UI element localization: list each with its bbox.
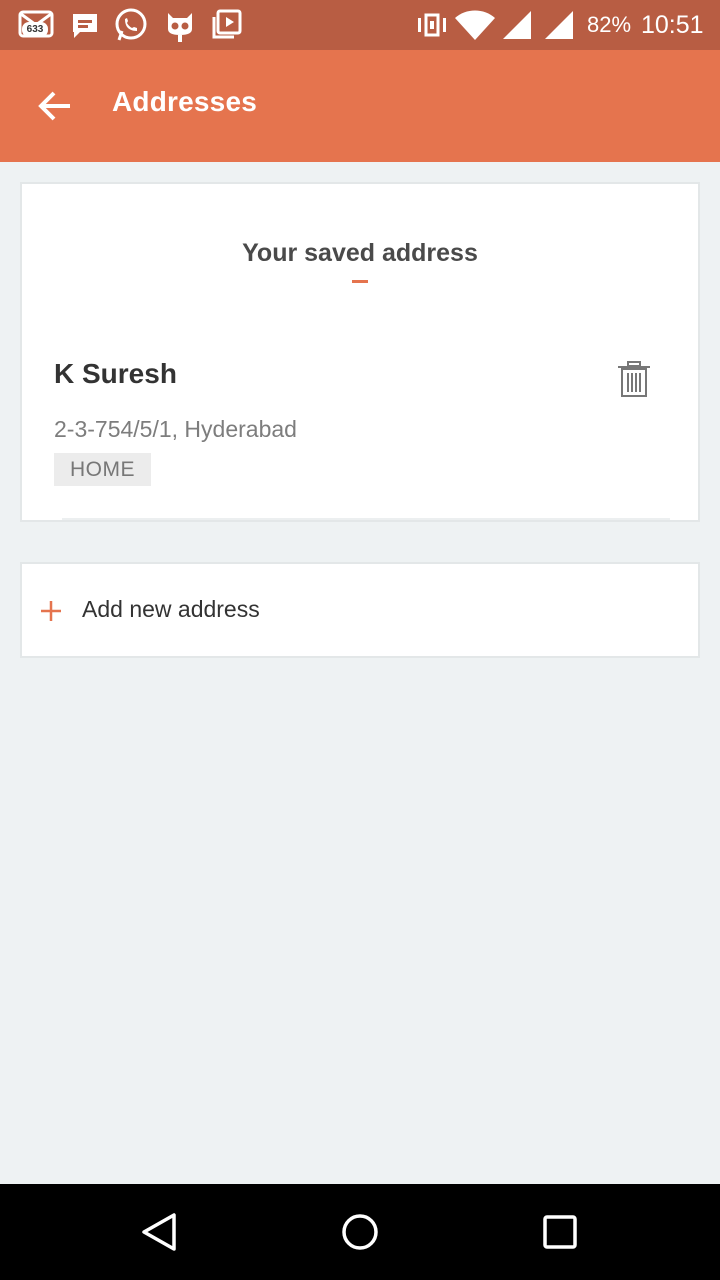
trash-icon[interactable] xyxy=(616,360,652,398)
saved-addresses-card: Your saved address K Suresh 2-3-754/5/1,… xyxy=(20,182,700,522)
app-bar: Addresses xyxy=(0,50,720,162)
whatsapp-icon xyxy=(115,8,147,41)
plus-icon xyxy=(41,601,61,621)
address-tag-badge: HOME xyxy=(54,453,151,486)
arrow-back-icon[interactable] xyxy=(34,86,78,126)
add-new-address-button[interactable]: Add new address xyxy=(20,562,700,658)
notification-count-badge: 633 xyxy=(22,22,48,37)
vibrate-icon xyxy=(418,13,446,37)
clock: 10:51 xyxy=(641,11,704,39)
add-new-address-label: Add new address xyxy=(82,596,260,622)
wifi-icon xyxy=(455,10,495,40)
cyanogen-icon xyxy=(168,13,192,42)
chat-icon xyxy=(73,14,97,38)
page-title: Addresses xyxy=(112,86,257,117)
title-underline xyxy=(352,280,368,283)
address-name: K Suresh xyxy=(54,358,177,389)
home-circle-icon[interactable] xyxy=(340,1212,380,1252)
status-bar: 633 82% 10:51 xyxy=(0,0,720,50)
video-icon xyxy=(212,9,242,39)
back-triangle-icon[interactable] xyxy=(140,1212,180,1252)
battery-level: 82% xyxy=(587,12,632,37)
navigation-bar xyxy=(0,1184,720,1280)
signal-icon xyxy=(545,11,573,39)
divider xyxy=(62,518,670,520)
recents-square-icon[interactable] xyxy=(540,1212,580,1252)
signal-icon xyxy=(503,11,531,39)
address-line: 2-3-754/5/1, Hyderabad xyxy=(54,416,297,442)
section-title: Your saved address xyxy=(242,239,478,267)
